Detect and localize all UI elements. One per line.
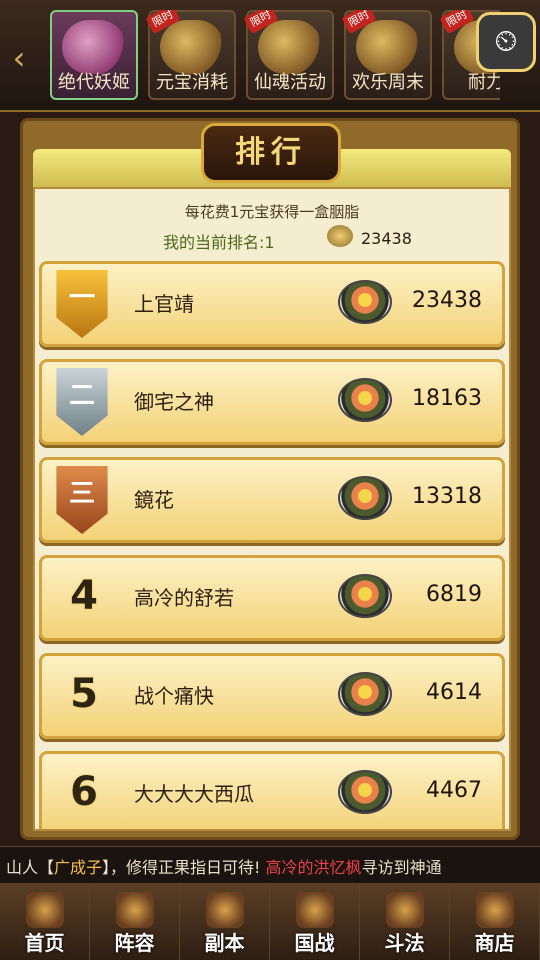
player-score: 13318: [412, 484, 482, 509]
gauge-icon: ⏲: [494, 24, 518, 59]
player-name: 大大大大西瓜: [134, 782, 254, 806]
rouge-box-icon: [338, 770, 392, 814]
nav-dungeon-button[interactable]: 副本: [180, 884, 270, 960]
ticker-segment: 寻访到神通: [361, 858, 442, 877]
tab-strip: 绝代妖姬 限时 元宝消耗 限时 仙魂活动 限时 欢乐周末 限时 耐力: [50, 10, 500, 102]
tab-label: 欢乐周末: [352, 72, 424, 93]
ranking-row[interactable]: 4 高冷的舒若 6819: [39, 555, 505, 641]
nav-label: 国战: [294, 931, 335, 955]
silver-medal-icon: 二: [56, 368, 108, 436]
rouge-box-icon: [338, 672, 392, 716]
nav-shop-button[interactable]: 商店: [450, 884, 540, 960]
flag-icon: [295, 892, 334, 928]
bronze-medal-icon: 三: [56, 466, 108, 534]
tab-label: 绝代妖姬: [58, 72, 130, 93]
ranking-row[interactable]: 二 御宅之神 18163: [39, 359, 505, 445]
nav-label: 阵容: [114, 931, 155, 955]
reward-rule-text: 每花费1元宝获得一盒胭脂: [184, 203, 360, 221]
bottom-nav: 首页 阵容 副本 国战 斗法 商店: [0, 884, 540, 960]
panel-title: 排行: [235, 135, 307, 170]
player-name: 高冷的舒若: [134, 586, 234, 610]
event-art-icon: [160, 20, 224, 74]
panel-content: 每花费1元宝获得一盒胭脂 我的当前排名:1 23438 一 上官靖 23438 …: [33, 187, 511, 831]
shop-icon: [475, 892, 514, 928]
rouge-box-icon: [327, 225, 353, 247]
ticker-segment: 】，修得正果指日可待!: [102, 858, 266, 877]
ticker-highlight: 广成子: [54, 858, 103, 877]
player-score: 6819: [426, 582, 482, 607]
ticker-player-name: 高冷的洪忆枫: [265, 858, 362, 877]
tab-event-1[interactable]: 限时 元宝消耗: [145, 10, 236, 100]
ranking-row[interactable]: 三 鏡花 13318: [39, 457, 505, 543]
my-rank-text: 我的当前排名:1: [163, 233, 275, 252]
close-button[interactable]: ⏲: [476, 12, 536, 72]
gold-medal-icon: 一: [56, 270, 108, 338]
rouge-box-icon: [338, 378, 392, 422]
nav-label: 副本: [204, 931, 245, 955]
player-name: 上官靖: [134, 292, 194, 316]
tab-label: 元宝消耗: [156, 72, 228, 93]
rank-number: 6: [70, 769, 98, 815]
tab-event-0[interactable]: 绝代妖姬: [50, 10, 138, 100]
player-name: 御宅之神: [134, 390, 214, 414]
player-score: 18163: [412, 386, 482, 411]
player-name: 鏡花: [134, 488, 174, 512]
nav-lineup-button[interactable]: 阵容: [90, 884, 180, 960]
ranking-panel: 排行 每花费1元宝获得一盒胭脂 我的当前排名:1 23438 一 上官靖 234…: [20, 118, 520, 840]
nav-label: 首页: [24, 931, 65, 955]
player-name: 战个痛快: [134, 684, 214, 708]
event-art-icon: [258, 20, 322, 74]
chevron-left-icon[interactable]: ‹: [4, 38, 34, 78]
crossed-swords-icon: [385, 892, 424, 928]
event-art-icon: [356, 20, 420, 74]
nav-label: 商店: [474, 931, 515, 955]
rouge-box-icon: [338, 280, 392, 324]
rank-number: 5: [70, 671, 98, 717]
rouge-box-icon: [338, 476, 392, 520]
panel-title-plaque: 排行: [201, 123, 341, 183]
rouge-box-icon: [338, 574, 392, 618]
news-ticker: 山人【广成子】，修得正果指日可待! 高冷的洪忆枫寻访到神通: [0, 846, 540, 884]
nav-label: 斗法: [384, 931, 425, 955]
tab-event-3[interactable]: 限时 欢乐周末: [341, 10, 432, 100]
nav-nationwar-button[interactable]: 国战: [270, 884, 360, 960]
lineup-icon: [115, 892, 154, 928]
my-score: 23438: [361, 229, 412, 248]
ranking-row[interactable]: 5 战个痛快 4614: [39, 653, 505, 739]
ticker-segment: 山人【: [6, 858, 55, 877]
nav-duel-button[interactable]: 斗法: [360, 884, 450, 960]
event-art-icon: [62, 20, 126, 74]
top-event-tabs: ‹ 绝代妖姬 限时 元宝消耗 限时 仙魂活动 限时 欢乐周末 限时 耐力 ›: [0, 0, 540, 112]
player-score: 4614: [426, 680, 482, 705]
home-icon: [25, 892, 64, 928]
nav-home-button[interactable]: 首页: [0, 884, 90, 960]
tab-label: 仙魂活动: [254, 72, 326, 93]
tab-event-2[interactable]: 限时 仙魂活动: [243, 10, 334, 100]
dungeon-icon: [205, 892, 244, 928]
ticker-text: 山人【广成子】，修得正果指日可待! 高冷的洪忆枫寻访到神通: [6, 854, 442, 878]
player-score: 4467: [426, 778, 482, 803]
rank-number: 4: [70, 573, 98, 619]
ranking-row[interactable]: 一 上官靖 23438: [39, 261, 505, 347]
player-score: 23438: [412, 288, 482, 313]
ranking-row[interactable]: 6 大大大大西瓜 4467: [39, 751, 505, 829]
ranking-list[interactable]: 一 上官靖 23438 二 御宅之神 18163 三 鏡花 13318 4 高冷…: [35, 261, 509, 829]
